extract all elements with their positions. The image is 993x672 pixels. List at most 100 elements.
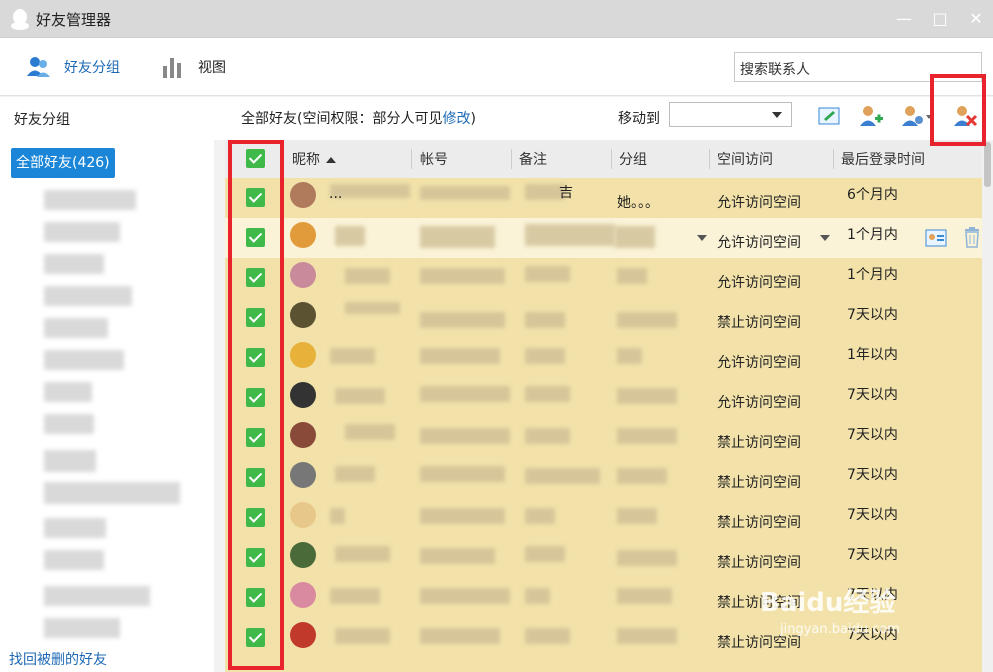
column-header-nickname[interactable]: 昵称 bbox=[292, 149, 336, 169]
space-access-cell[interactable]: 禁止访问空间 bbox=[717, 312, 801, 332]
modify-permission-link[interactable]: 修改 bbox=[442, 111, 470, 127]
group-dropdown-icon[interactable] bbox=[697, 235, 707, 241]
sidebar-item-all-friends[interactable]: 全部好友(426) bbox=[11, 148, 115, 178]
avatar[interactable] bbox=[290, 262, 316, 288]
minimize-button[interactable]: — bbox=[893, 8, 915, 30]
blurred-cell bbox=[335, 546, 390, 562]
space-access-cell[interactable]: 允许访问空间 bbox=[717, 392, 801, 412]
table-row[interactable]: 禁止访问空间 7天以内 bbox=[225, 418, 982, 458]
column-header-remark[interactable]: 备注 bbox=[519, 149, 547, 169]
avatar[interactable] bbox=[290, 582, 316, 608]
space-access-cell[interactable]: 禁止访问空间 bbox=[717, 552, 801, 572]
space-access-cell[interactable]: 禁止访问空间 bbox=[717, 432, 801, 452]
trash-icon[interactable] bbox=[963, 226, 981, 248]
table-row[interactable]: 允许访问空间 7天以内 bbox=[225, 378, 982, 418]
column-header-last-login[interactable]: 最后登录时间 bbox=[841, 149, 925, 169]
column-header-account[interactable]: 帐号 bbox=[420, 149, 448, 169]
close-button[interactable]: ✕ bbox=[965, 8, 987, 30]
table-row[interactable]: 允许访问空间 1个月内 bbox=[225, 218, 982, 258]
access-dropdown-icon[interactable] bbox=[820, 235, 830, 241]
row-checkbox[interactable] bbox=[246, 548, 265, 567]
blurred-group[interactable] bbox=[44, 450, 96, 472]
space-access-cell[interactable]: 允许访问空间 bbox=[717, 232, 801, 252]
row-checkbox[interactable] bbox=[246, 348, 265, 367]
table-row[interactable]: 禁止访问空间 7天以内 bbox=[225, 538, 982, 578]
column-header-group[interactable]: 分组 bbox=[619, 149, 647, 169]
blurred-group[interactable] bbox=[44, 618, 120, 638]
row-checkbox[interactable] bbox=[246, 188, 265, 207]
row-checkbox[interactable] bbox=[246, 628, 265, 647]
recover-deleted-friends-link[interactable]: 找回被删的好友 bbox=[9, 649, 107, 669]
avatar[interactable] bbox=[290, 622, 316, 648]
column-divider[interactable] bbox=[411, 149, 412, 169]
avatar[interactable] bbox=[290, 342, 316, 368]
contact-card-icon[interactable] bbox=[925, 228, 947, 248]
tab-friend-groups[interactable]: 好友分组 bbox=[26, 52, 120, 82]
blurred-group[interactable] bbox=[44, 550, 104, 570]
search-contacts-input[interactable]: 搜索联系人 bbox=[734, 52, 982, 82]
column-header-space-access[interactable]: 空间访问 bbox=[717, 149, 773, 169]
avatar[interactable] bbox=[290, 302, 316, 328]
table-header: 昵称 帐号 备注 分组 空间访问 最后登录时间 bbox=[225, 140, 982, 178]
blurred-group[interactable] bbox=[44, 286, 132, 306]
blurred-group[interactable] bbox=[44, 382, 92, 402]
table-row[interactable]: 允许访问空间 1个月内 bbox=[225, 258, 982, 298]
blurred-cell bbox=[335, 226, 365, 246]
avatar[interactable] bbox=[290, 182, 316, 208]
avatar[interactable] bbox=[290, 222, 316, 248]
blurred-group[interactable] bbox=[44, 414, 94, 434]
nickname-cell: ... bbox=[329, 186, 343, 202]
avatar[interactable] bbox=[290, 422, 316, 448]
blurred-group[interactable] bbox=[44, 350, 124, 370]
blurred-group[interactable] bbox=[44, 482, 180, 504]
sort-ascending-icon bbox=[326, 157, 336, 163]
avatar[interactable] bbox=[290, 502, 316, 528]
friend-options-icon[interactable] bbox=[900, 103, 934, 129]
row-checkbox[interactable] bbox=[246, 428, 265, 447]
table-row[interactable]: 禁止访问空间 7天以内 bbox=[225, 458, 982, 498]
scrollbar-thumb[interactable] bbox=[984, 142, 991, 187]
edit-note-icon[interactable] bbox=[816, 103, 842, 129]
space-access-cell[interactable]: 禁止访问空间 bbox=[717, 512, 801, 532]
blurred-group[interactable] bbox=[44, 254, 104, 274]
column-divider[interactable] bbox=[511, 149, 512, 169]
tab-view[interactable]: 视图 bbox=[160, 52, 226, 82]
table-row[interactable]: 禁止访问空间 7天以内 bbox=[225, 298, 982, 338]
select-all-checkbox[interactable] bbox=[246, 149, 265, 168]
blurred-group[interactable] bbox=[44, 586, 150, 606]
row-checkbox[interactable] bbox=[246, 468, 265, 487]
vertical-scrollbar[interactable] bbox=[982, 140, 993, 672]
column-divider[interactable] bbox=[611, 149, 612, 169]
row-checkbox[interactable] bbox=[246, 508, 265, 527]
table-row[interactable]: 禁止访问空间 7天以内 bbox=[225, 498, 982, 538]
blurred-cell bbox=[617, 428, 677, 444]
space-access-cell[interactable]: 允许访问空间 bbox=[717, 192, 801, 212]
add-friend-icon[interactable] bbox=[858, 103, 884, 129]
row-checkbox[interactable] bbox=[246, 388, 265, 407]
blurred-group[interactable] bbox=[44, 190, 136, 210]
space-access-cell[interactable]: 允许访问空间 bbox=[717, 352, 801, 372]
move-to-select[interactable] bbox=[669, 102, 792, 127]
row-checkbox[interactable] bbox=[246, 588, 265, 607]
space-access-cell[interactable]: 禁止访问空间 bbox=[717, 472, 801, 492]
delete-friend-icon[interactable] bbox=[952, 103, 978, 129]
column-divider[interactable] bbox=[833, 149, 834, 169]
row-checkbox[interactable] bbox=[246, 228, 265, 247]
permission-prefix: 全部好友(空间权限：部分人可见 bbox=[241, 111, 443, 127]
blurred-group[interactable] bbox=[44, 222, 120, 242]
table-row[interactable]: 允许访问空间 1年以内 bbox=[225, 338, 982, 378]
column-divider[interactable] bbox=[709, 149, 710, 169]
blurred-group[interactable] bbox=[44, 518, 106, 538]
maximize-button[interactable]: □ bbox=[929, 8, 951, 30]
space-access-cell[interactable]: 允许访问空间 bbox=[717, 272, 801, 292]
blurred-group[interactable] bbox=[44, 318, 108, 338]
blurred-cell bbox=[617, 348, 642, 364]
avatar[interactable] bbox=[290, 382, 316, 408]
row-checkbox[interactable] bbox=[246, 268, 265, 287]
avatar[interactable] bbox=[290, 462, 316, 488]
table-row[interactable]: ... 吉她。。。 允许访问空间 6个月内 bbox=[225, 178, 982, 218]
row-checkbox[interactable] bbox=[246, 308, 265, 327]
avatar[interactable] bbox=[290, 542, 316, 568]
blurred-cell bbox=[420, 508, 505, 524]
title-bar: 好友管理器 — □ ✕ bbox=[0, 0, 993, 38]
